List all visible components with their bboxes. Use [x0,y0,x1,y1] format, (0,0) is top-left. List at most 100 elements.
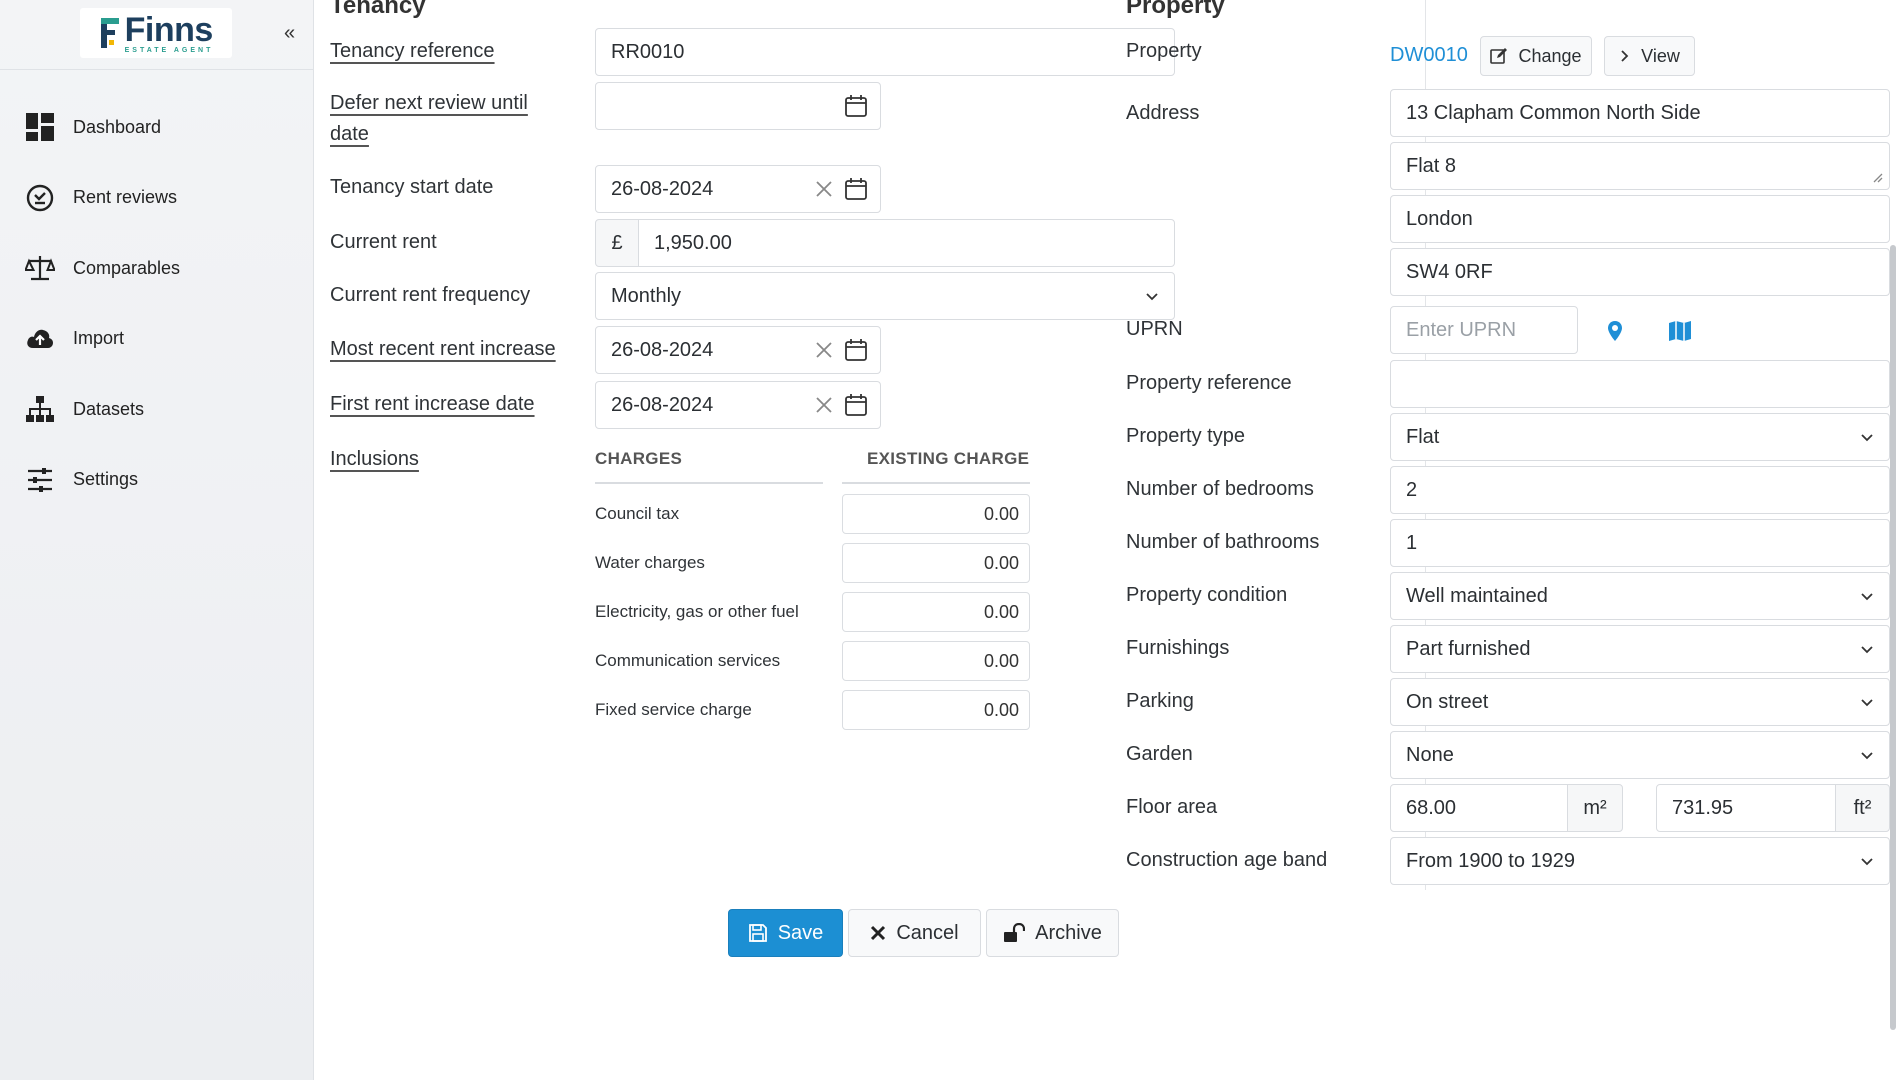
cancel-button[interactable]: Cancel [848,909,981,957]
property-reference-input[interactable] [1390,360,1890,408]
calendar-icon[interactable] [844,393,868,417]
sliders-icon [28,467,52,492]
address-line-4-value: SW4 0RF [1406,260,1493,283]
change-property-button[interactable]: Change [1480,36,1592,76]
bedrooms-input[interactable]: 2 [1390,466,1890,514]
sidebar-item-label: Comparables [73,257,181,278]
construction-age-band-value: From 1900 to 1929 [1406,849,1575,872]
charge-value: 0.00 [983,699,1019,720]
floor-area-ft2-value: 731.95 [1672,796,1734,819]
charge-value: 0.00 [983,650,1019,671]
address-line-3-value: London [1406,207,1473,230]
garden-label: Garden [1126,743,1193,765]
existing-header-underline [842,482,1030,484]
address-label: Address [1126,102,1200,124]
save-button[interactable]: Save [728,909,843,957]
charge-input-fuel[interactable]: 0.00 [842,592,1030,632]
charges-column-header: CHARGES [595,449,683,468]
address-line-4-input[interactable]: SW4 0RF [1390,248,1890,296]
charge-label-fuel: Electricity, gas or other fuel [595,602,799,621]
sidebar-item-dashboard[interactable]: Dashboard [0,92,314,163]
calendar-icon[interactable] [844,338,868,362]
view-button-label: View [1641,45,1680,66]
clear-icon[interactable] [814,340,834,360]
defer-review-label-line1: Defer next review until [330,92,528,114]
property-reference-label: Property reference [1126,372,1292,394]
charge-input-council-tax[interactable]: 0.00 [842,494,1030,534]
furnishings-select[interactable]: Part furnished [1390,625,1890,673]
sidebar-item-datasets[interactable]: Datasets [0,374,314,445]
sidebar-item-label: Settings [73,469,139,490]
construction-age-band-select[interactable]: From 1900 to 1929 [1390,837,1890,885]
sidebar-item-settings[interactable]: Settings [0,445,314,516]
property-type-value: Flat [1406,425,1440,448]
floor-area-m2-input[interactable]: 68.00 [1390,784,1568,832]
parking-value: On street [1406,690,1489,713]
sidebar-item-import[interactable]: Import [0,304,314,375]
charge-input-communication[interactable]: 0.00 [842,641,1030,681]
current-rent-value: 1,950.00 [654,231,732,254]
property-link[interactable]: DW0010 [1390,40,1468,70]
charge-input-water[interactable]: 0.00 [842,543,1030,583]
map-pin-icon[interactable] [1607,320,1623,342]
uprn-input[interactable]: Enter UPRN [1390,306,1578,354]
calendar-icon[interactable] [844,94,868,118]
resize-handle-icon[interactable] [1871,171,1883,183]
tenancy-section-title: Tenancy [330,0,426,19]
map-icon[interactable] [1668,320,1692,342]
chevron-right-icon [1621,50,1629,62]
logo[interactable]: Finns ESTATE AGENT [80,8,232,58]
property-label: Property [1126,40,1202,62]
logo-subtext: ESTATE AGENT [124,46,214,54]
sidebar-item-comparables[interactable]: Comparables [0,233,314,304]
archive-button[interactable]: Archive [986,909,1119,957]
scales-icon [25,256,55,281]
property-type-select[interactable]: Flat [1390,413,1890,461]
currency-prefix: £ [595,219,639,267]
garden-value: None [1406,743,1454,766]
property-condition-select[interactable]: Well maintained [1390,572,1890,620]
chevron-down-icon [1861,646,1873,654]
sidebar-item-rent-reviews[interactable]: Rent reviews [0,163,314,234]
clear-icon[interactable] [814,395,834,415]
garden-select[interactable]: None [1390,731,1890,779]
bathrooms-input[interactable]: 1 [1390,519,1890,567]
address-line-3-input[interactable]: London [1390,195,1890,243]
sidebar-item-label: Rent reviews [73,187,178,208]
chevron-down-icon [1861,434,1873,442]
address-line-1-input[interactable]: 13 Clapham Common North Side [1390,89,1890,137]
rent-frequency-select[interactable]: Monthly [595,272,1175,320]
clear-icon[interactable] [814,179,834,199]
calendar-icon[interactable] [844,177,868,201]
save-icon [748,924,767,942]
property-condition-value: Well maintained [1406,584,1548,607]
charge-input-fixed-service[interactable]: 0.00 [842,690,1030,730]
chevron-down-icon [1861,699,1873,707]
collapse-sidebar-button[interactable]: « [284,22,295,45]
first-increase-label: First rent increase date [330,393,535,415]
tenancy-reference-input[interactable]: RR0010 [595,28,1175,76]
tenancy-reference-value: RR0010 [611,40,685,63]
uprn-placeholder: Enter UPRN [1406,318,1517,341]
most-recent-increase-label: Most recent rent increase [330,338,556,360]
sitemap-icon [26,396,54,423]
parking-label: Parking [1126,690,1194,712]
tenancy-start-date-input[interactable]: 26-08-2024 [595,165,881,213]
view-property-button[interactable]: View [1604,36,1695,76]
inclusions-label: Inclusions [330,448,419,470]
uprn-label: UPRN [1126,318,1183,340]
address-line-2-input[interactable]: Flat 8 [1390,142,1890,190]
unit-m2: m² [1567,784,1623,832]
bedrooms-label: Number of bedrooms [1126,478,1314,500]
charge-value: 0.00 [983,503,1019,524]
current-rent-label: Current rent [330,231,437,253]
parking-select[interactable]: On street [1390,678,1890,726]
first-increase-input[interactable]: 26-08-2024 [595,381,881,429]
scrollbar[interactable] [1890,245,1896,1030]
most-recent-increase-input[interactable]: 26-08-2024 [595,326,881,374]
property-condition-label: Property condition [1126,584,1288,606]
defer-review-date-input[interactable] [595,82,881,130]
current-rent-input[interactable]: 1,950.00 [638,219,1175,267]
sidebar-item-label: Datasets [73,398,145,419]
floor-area-ft2-input[interactable]: 731.95 [1656,784,1836,832]
